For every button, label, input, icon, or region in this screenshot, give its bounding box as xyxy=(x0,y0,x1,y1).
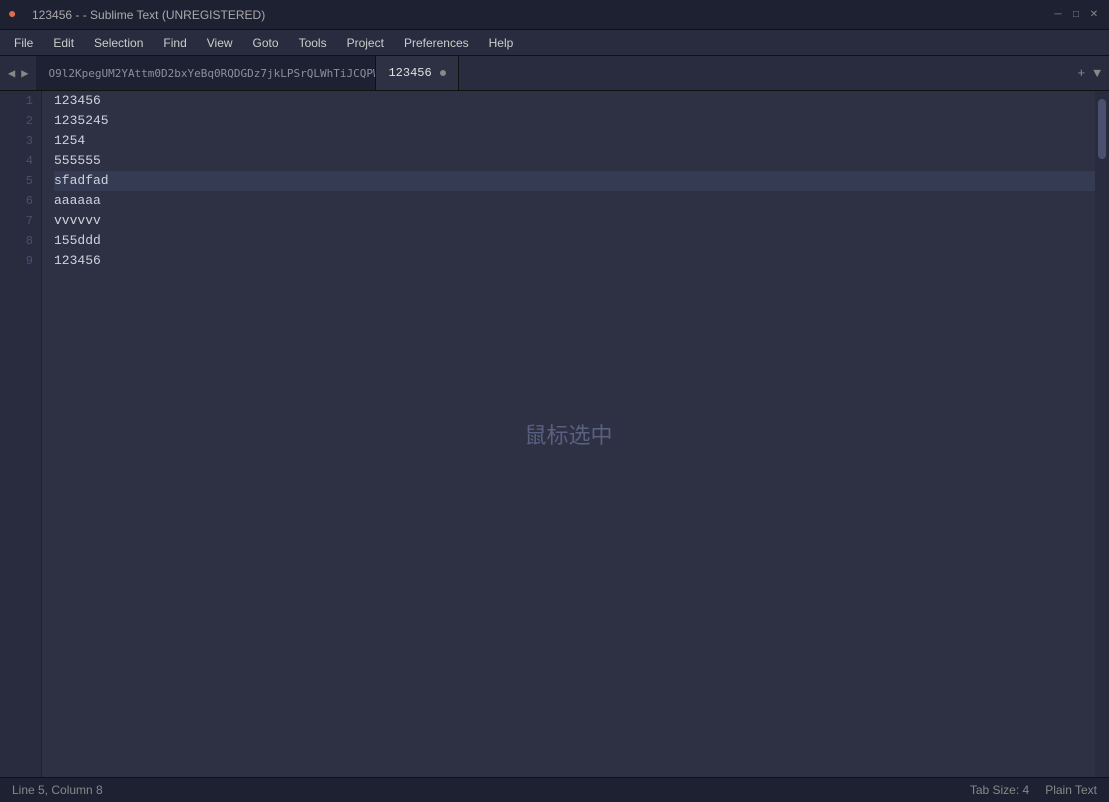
line-numbers: 123456789 xyxy=(0,91,42,777)
code-line[interactable]: aaaaaa xyxy=(54,191,1095,211)
status-left: Line 5, Column 8 xyxy=(12,783,103,797)
menu-help[interactable]: Help xyxy=(479,34,524,52)
menu-find[interactable]: Find xyxy=(153,34,196,52)
line-number: 9 xyxy=(0,251,41,271)
code-line[interactable]: 123456 xyxy=(54,251,1095,271)
file-tab-long[interactable]: O9l2KpegUM2YAttm0D2bxYeBq0RQDGDz7jkLPSrQ… xyxy=(36,56,376,90)
menu-edit[interactable]: Edit xyxy=(43,34,84,52)
line-number: 8 xyxy=(0,231,41,251)
minimize-button[interactable]: ─ xyxy=(1051,8,1065,22)
file-tab-long-label: O9l2KpegUM2YAttm0D2bxYeBq0RQDGDz7jkLPSrQ… xyxy=(48,67,376,80)
title-bar-left: ● 123456 - - Sublime Text (UNREGISTERED) xyxy=(8,7,265,23)
code-line[interactable]: vvvvvv xyxy=(54,211,1095,231)
tab-bar-right[interactable]: + ▼ xyxy=(1069,56,1109,90)
scrollbar-thumb[interactable] xyxy=(1098,99,1106,159)
line-number: 5 xyxy=(0,171,41,191)
menu-preferences[interactable]: Preferences xyxy=(394,34,479,52)
line-number: 1 xyxy=(0,91,41,111)
title-bar: ● 123456 - - Sublime Text (UNREGISTERED)… xyxy=(0,0,1109,30)
line-number: 3 xyxy=(0,131,41,151)
menu-view[interactable]: View xyxy=(197,34,243,52)
status-right: Tab Size: 4 Plain Text xyxy=(970,783,1097,797)
tab-arrow-left[interactable]: ◀ xyxy=(6,66,17,81)
center-text: 鼠标选中 xyxy=(524,418,612,450)
code-line[interactable]: 555555 xyxy=(54,151,1095,171)
line-number: 2 xyxy=(0,111,41,131)
editor-area[interactable]: 123456789 12345612352451254555555sfadfad… xyxy=(0,91,1109,777)
menu-goto[interactable]: Goto xyxy=(243,34,289,52)
tab-nav-left[interactable]: ◀ ▶ xyxy=(0,56,36,90)
code-line[interactable]: sfadfad xyxy=(54,171,1095,191)
code-line[interactable]: 123456 xyxy=(54,91,1095,111)
app-icon: ● xyxy=(8,7,24,23)
file-tab-short[interactable]: 123456 xyxy=(376,56,458,90)
tab-arrow-right[interactable]: ▶ xyxy=(19,66,30,81)
status-bar: Line 5, Column 8 Tab Size: 4 Plain Text xyxy=(0,777,1109,802)
new-tab-button[interactable]: + xyxy=(1077,66,1085,81)
title-text: 123456 - - Sublime Text (UNREGISTERED) xyxy=(32,8,265,22)
tab-bar: ◀ ▶ O9l2KpegUM2YAttm0D2bxYeBq0RQDGDz7jkL… xyxy=(0,56,1109,91)
maximize-button[interactable]: □ xyxy=(1069,8,1083,22)
tab-size[interactable]: Tab Size: 4 xyxy=(970,783,1029,797)
scrollbar[interactable] xyxy=(1095,91,1109,777)
line-number: 6 xyxy=(0,191,41,211)
close-button[interactable]: ✕ xyxy=(1087,8,1101,22)
code-line[interactable]: 1254 xyxy=(54,131,1095,151)
line-number: 7 xyxy=(0,211,41,231)
file-encoding[interactable]: Plain Text xyxy=(1045,783,1097,797)
line-number: 4 xyxy=(0,151,41,171)
tab-list-button[interactable]: ▼ xyxy=(1093,66,1101,81)
code-line[interactable]: 1235245 xyxy=(54,111,1095,131)
tab-modified-dot xyxy=(440,70,446,76)
window-controls[interactable]: ─ □ ✕ xyxy=(1051,8,1101,22)
menu-tools[interactable]: Tools xyxy=(289,34,337,52)
menu-bar: File Edit Selection Find View Goto Tools… xyxy=(0,30,1109,56)
menu-file[interactable]: File xyxy=(4,34,43,52)
cursor-position: Line 5, Column 8 xyxy=(12,783,103,797)
menu-project[interactable]: Project xyxy=(337,34,394,52)
file-tab-short-label: 123456 xyxy=(388,66,431,80)
menu-selection[interactable]: Selection xyxy=(84,34,153,52)
code-line[interactable]: 155ddd xyxy=(54,231,1095,251)
tab-nav-arrows[interactable]: ◀ ▶ xyxy=(6,66,30,81)
code-area[interactable]: 12345612352451254555555sfadfadaaaaaavvvv… xyxy=(42,91,1095,777)
